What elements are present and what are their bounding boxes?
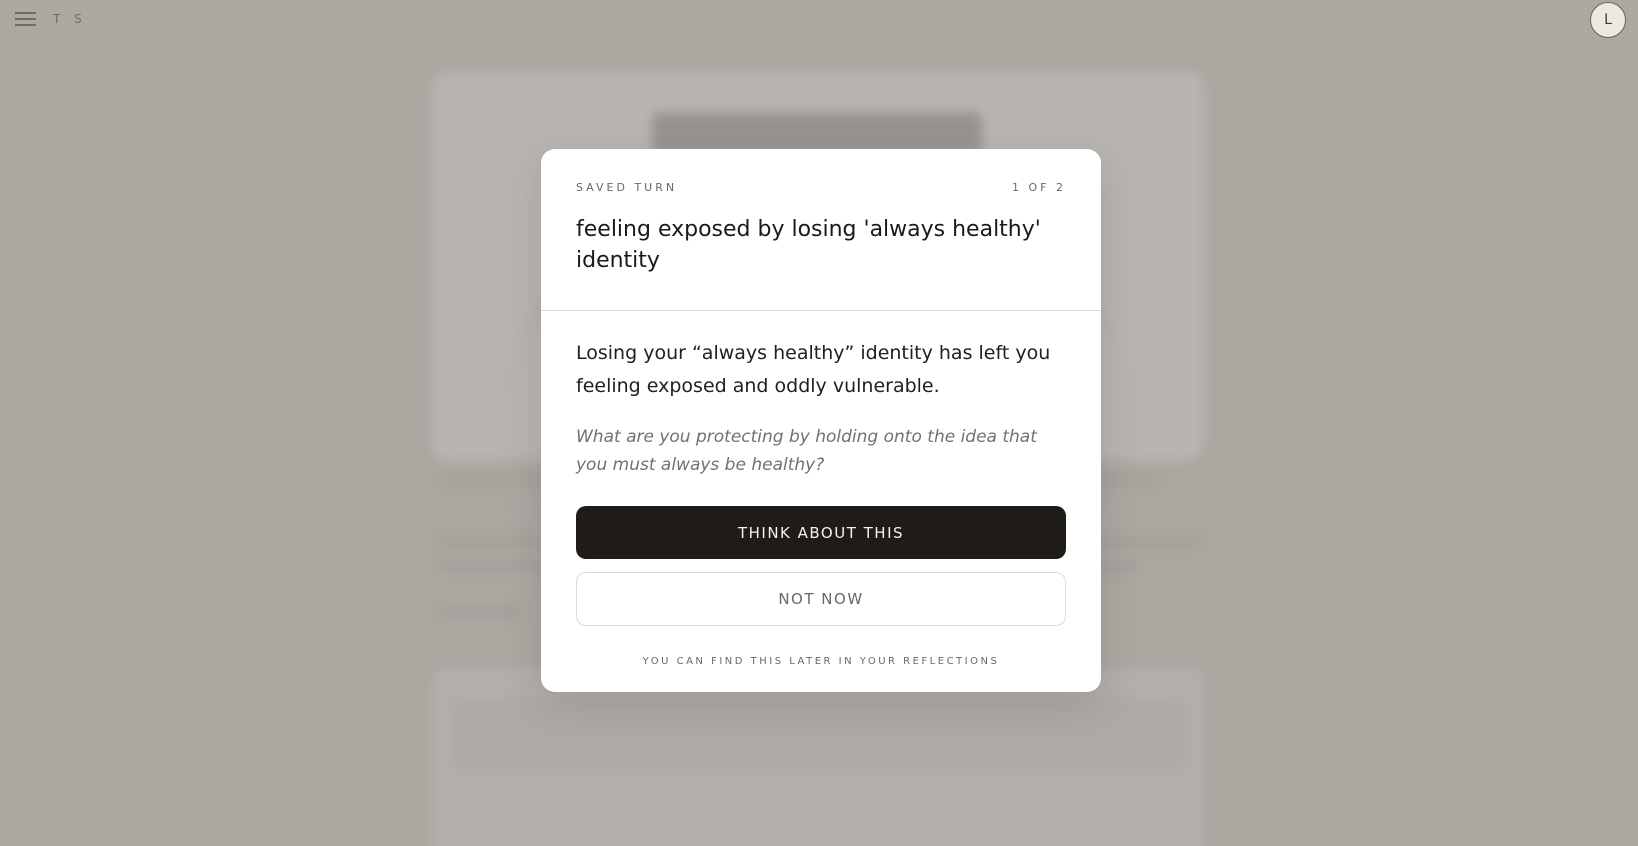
reflection-question: What are you protecting by holding onto … <box>576 427 1037 475</box>
modal-footnote: YOU CAN FIND THIS LATER IN YOUR REFLECTI… <box>642 656 1000 667</box>
not-now-button[interactable]: NOT NOW <box>576 572 1066 626</box>
menu-line <box>15 24 36 26</box>
modal-header: SAVED TURN 1 OF 2 feeling exposed by los… <box>541 149 1101 310</box>
top-bar: T S L <box>0 0 1638 40</box>
turn-summary: Losing your “always healthy” identity ha… <box>576 342 1051 397</box>
hamburger-menu-icon[interactable] <box>15 11 36 27</box>
modal-meta-row: SAVED TURN 1 OF 2 <box>576 181 1066 194</box>
modal-body: Losing your “always healthy” identity ha… <box>541 311 1101 667</box>
modal-title: feeling exposed by losing 'always health… <box>576 217 1041 273</box>
brand-logo[interactable]: T S <box>53 12 87 26</box>
menu-line <box>15 18 36 20</box>
user-avatar[interactable]: L <box>1590 2 1626 38</box>
think-about-this-button[interactable]: THINK ABOUT THIS <box>576 506 1066 559</box>
saved-turn-modal: SAVED TURN 1 OF 2 feeling exposed by los… <box>541 149 1101 692</box>
app-root: T S L SAVED TURN 1 OF 2 feeling exposed … <box>0 0 1638 846</box>
modal-eyebrow: SAVED TURN <box>576 181 678 194</box>
menu-line <box>15 12 36 14</box>
modal-counter: 1 OF 2 <box>1012 181 1066 194</box>
